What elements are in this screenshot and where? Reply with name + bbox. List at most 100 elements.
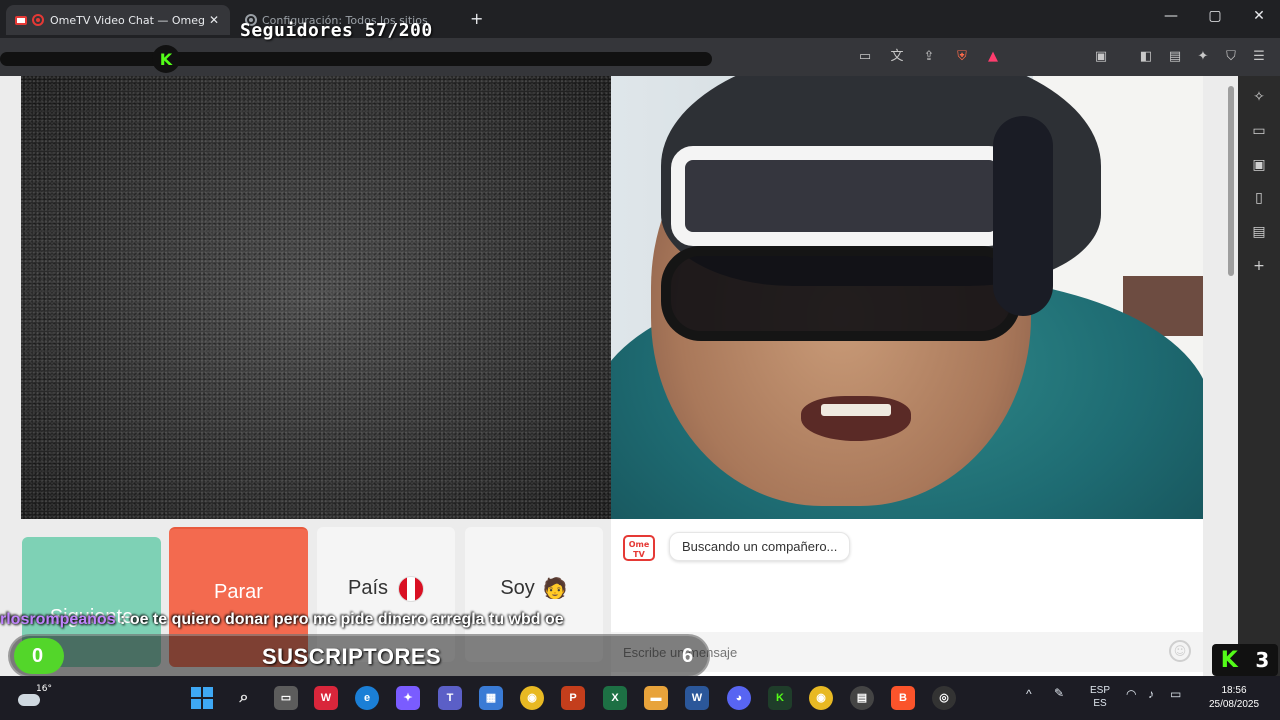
- black-sunglasses: [661, 246, 1021, 341]
- obs-icon[interactable]: ◎: [932, 686, 956, 710]
- subscribers-label: SUSCRIPTORES: [262, 644, 442, 669]
- teams-icon[interactable]: T: [438, 686, 462, 710]
- brave-rewards-icon[interactable]: ▲: [984, 48, 1002, 66]
- kick-viewers-badge: K 3: [1212, 644, 1278, 676]
- task-view-icon[interactable]: ▭: [274, 686, 298, 710]
- ometv-page: Siguiente Parar País Soy 🧑 Ome TV Buscan…: [0, 76, 1238, 676]
- reading-list-icon[interactable]: ▤: [1250, 223, 1268, 241]
- leo-icon[interactable]: ✦: [1194, 48, 1212, 66]
- followers-counter: Seguidores 57/200: [240, 20, 433, 41]
- kick-logo-icon: K: [159, 49, 173, 69]
- followers-progress-bar: [0, 52, 712, 66]
- headset: [993, 116, 1053, 316]
- menu-icon[interactable]: ☰: [1250, 48, 1268, 66]
- windows-logo-icon: [191, 699, 201, 709]
- search-icon[interactable]: ⌕: [232, 686, 256, 710]
- kick-logo-icon: K: [1220, 647, 1238, 673]
- self-video: [611, 76, 1203, 519]
- stop-label: Parar: [214, 580, 263, 603]
- maximize-button[interactable]: ▢: [1200, 8, 1230, 24]
- share-icon[interactable]: ⇪: [920, 48, 938, 66]
- app-icon[interactable]: ▤: [850, 686, 874, 710]
- powerpoint-icon[interactable]: P: [561, 686, 585, 710]
- tab-ometv[interactable]: OmeTV Video Chat — Omeg ✕: [6, 5, 230, 35]
- windows-logo-icon: [191, 687, 201, 697]
- vpn-icon[interactable]: ⛉: [1222, 48, 1240, 66]
- cast-icon[interactable]: ▭: [856, 48, 874, 66]
- scrollbar-thumb[interactable]: [1228, 86, 1234, 276]
- stream-chat-message: rlosrompeanos : oe te quiero donar pero …: [0, 611, 564, 629]
- edge-icon[interactable]: e: [355, 686, 379, 710]
- person-head: [651, 76, 1101, 506]
- clock-date: 25/08/2025: [1208, 699, 1260, 710]
- emoji-icon[interactable]: ☺: [1169, 640, 1191, 662]
- kick-logo-badge: K: [152, 45, 180, 73]
- pen-icon[interactable]: ✎: [1054, 687, 1064, 700]
- chrome-icon[interactable]: ◉: [520, 686, 544, 710]
- white-glasses: [671, 146, 1011, 246]
- chat-message-text: oe te quiero donar pero me pide dinero a…: [129, 611, 564, 628]
- country-label: País: [347, 577, 389, 599]
- discord-icon[interactable]: ◕: [727, 686, 751, 710]
- file-explorer-icon[interactable]: ▬: [644, 686, 668, 710]
- subscribers-goal: 6: [682, 645, 694, 667]
- wifi-icon[interactable]: ◠: [1126, 688, 1136, 701]
- browser-tab-bar: OmeTV Video Chat — Omeg ✕ Configuración:…: [0, 0, 1280, 38]
- browser-side-panel: ✧ ▭ ▣ ▯ ▤ +: [1238, 76, 1280, 676]
- gender-label: Soy: [500, 577, 535, 599]
- boy-avatar-icon: 🧑: [542, 578, 568, 600]
- person-mouth: [801, 396, 911, 441]
- chat-username: rlosrompeanos: [0, 611, 116, 628]
- tab-title: OmeTV Video Chat — Omeg: [50, 13, 206, 27]
- weather-widget[interactable]: 16°: [14, 682, 54, 714]
- chevron-up-icon[interactable]: ^: [1026, 688, 1032, 701]
- subscribers-current: 0: [32, 645, 44, 667]
- add-panel-icon[interactable]: +: [1250, 257, 1268, 275]
- page-scrollbar[interactable]: [1224, 76, 1238, 676]
- recording-icon: [32, 14, 44, 26]
- wallet-icon[interactable]: ▤: [1166, 48, 1184, 66]
- excel-icon[interactable]: X: [603, 686, 627, 710]
- volume-icon[interactable]: ♪: [1148, 688, 1154, 701]
- new-tab-button[interactable]: +: [470, 9, 483, 28]
- battery-icon[interactable]: ▭: [1170, 688, 1181, 701]
- person-teeth: [821, 404, 891, 416]
- obs-stream-icon[interactable]: K: [768, 686, 792, 710]
- bookmarks-icon[interactable]: ▯: [1250, 189, 1268, 207]
- taskbar-clock[interactable]: 18:56 25/08/2025: [1196, 684, 1272, 712]
- windows-taskbar: 16° ⌕ ▭ W e ✦ T ▦ ◉ P X ▬ W ◕ K ◉ ▤ B ◎ …: [0, 676, 1280, 720]
- language-bottom: ES: [1093, 698, 1107, 709]
- brave-icon[interactable]: B: [891, 686, 915, 710]
- status-message-bubble: Buscando un compañero...: [669, 532, 851, 561]
- weather-temp: 16°: [36, 684, 52, 694]
- video-icon[interactable]: ▭: [1250, 122, 1268, 140]
- store-icon[interactable]: ▦: [479, 686, 503, 710]
- chat-separator: :: [115, 611, 130, 628]
- word-icon[interactable]: W: [685, 686, 709, 710]
- wallet-side-icon[interactable]: ▣: [1250, 156, 1268, 174]
- windows-logo-icon: [203, 699, 213, 709]
- ometv-favicon-icon: [14, 13, 28, 27]
- ometv-logo-icon: Ome TV: [623, 535, 655, 561]
- minimize-button[interactable]: —: [1156, 8, 1186, 24]
- language-indicator[interactable]: ESP ES: [1086, 684, 1114, 710]
- sidebar-toggle-icon[interactable]: ◧: [1137, 48, 1155, 66]
- language-top: ESP: [1089, 685, 1110, 696]
- cloud-icon: [18, 694, 40, 706]
- close-tab-icon[interactable]: ✕: [206, 13, 222, 27]
- leo-ai-icon[interactable]: ✧: [1250, 88, 1268, 106]
- peru-flag-icon: [398, 575, 425, 602]
- copilot-icon[interactable]: ✦: [396, 686, 420, 710]
- clock-time: 18:56: [1221, 685, 1247, 696]
- windows-logo-icon: [203, 687, 213, 697]
- wps-icon[interactable]: W: [314, 686, 338, 710]
- start-button[interactable]: [190, 686, 214, 710]
- chrome-profile-icon[interactable]: ◉: [809, 686, 833, 710]
- close-window-button[interactable]: ✕: [1244, 8, 1274, 24]
- kick-viewer-count: 3: [1255, 648, 1270, 672]
- subscribers-goal-bar: 0 SUSCRIPTORES 6: [8, 634, 710, 678]
- media-icon[interactable]: ▣: [1092, 48, 1110, 66]
- partner-video-static: [21, 76, 611, 519]
- brave-shield-icon[interactable]: ⛨: [953, 48, 971, 66]
- translate-icon[interactable]: 文: [888, 48, 906, 66]
